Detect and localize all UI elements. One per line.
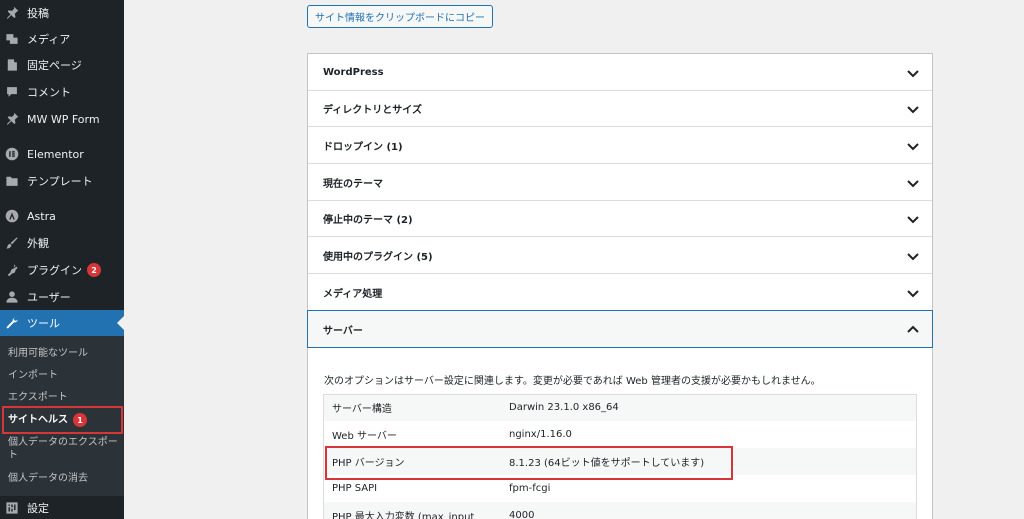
pin-icon bbox=[5, 6, 19, 20]
wrench-icon bbox=[5, 316, 19, 330]
sidebar-item-posts[interactable]: 投稿 bbox=[0, 0, 124, 26]
section-title: 停止中のテーマ (2) bbox=[323, 214, 413, 226]
sidebar-item-plugins[interactable]: プラグイン 2 bbox=[0, 257, 124, 283]
sidebar-item-label: Elementor bbox=[27, 147, 84, 161]
sidebar-item-templates[interactable]: テンプレート bbox=[0, 168, 124, 194]
sidebar-item-label: 固定ページ bbox=[27, 59, 82, 72]
sidebar-item-appearance[interactable]: 外観 bbox=[0, 230, 124, 256]
table-row: Web サーバー nginx/1.16.0 bbox=[323, 421, 917, 448]
sidebar-item-label: 設定 bbox=[27, 502, 49, 515]
chevron-down-icon bbox=[906, 212, 920, 226]
section-title: サーバー bbox=[323, 325, 363, 337]
comment-icon bbox=[5, 85, 19, 99]
sidebar-item-label: MW WP Form bbox=[27, 112, 100, 126]
section-title: ドロップイン (1) bbox=[323, 141, 403, 153]
copy-site-info-button[interactable]: サイト情報をクリップボードにコピー bbox=[307, 5, 493, 28]
sidebar-item-label: Astra bbox=[27, 209, 56, 223]
sidebar-item-label: テンプレート bbox=[27, 175, 93, 188]
section-title: 現在のテーマ bbox=[323, 178, 383, 190]
accordion-section-server[interactable]: サーバー bbox=[307, 310, 933, 348]
sidebar-item-users[interactable]: ユーザー bbox=[0, 284, 124, 310]
submenu-item-export[interactable]: エクスポート bbox=[8, 391, 68, 404]
sidebar-item-label: 投稿 bbox=[27, 7, 49, 20]
sidebar-item-label: プラグイン bbox=[27, 264, 82, 277]
table-row: サーバー構造 Darwin 23.1.0 x86_64 bbox=[323, 394, 917, 421]
user-icon bbox=[5, 290, 19, 304]
sidebar-item-label: メディア bbox=[27, 33, 71, 46]
submenu-item-export-personal-data[interactable]: 個人データのエクスポート bbox=[8, 436, 120, 462]
section-title: ディレクトリとサイズ bbox=[323, 104, 422, 116]
row-key: Web サーバー bbox=[332, 431, 397, 442]
server-section-description: 次のオプションはサーバー設定に関連します。変更が必要であれば Web 管理者の支… bbox=[324, 376, 821, 387]
chevron-down-icon bbox=[906, 249, 920, 263]
sidebar-item-label: ユーザー bbox=[27, 291, 71, 304]
accordion-section-wordpress[interactable]: WordPress bbox=[308, 54, 932, 91]
sidebar-item-mw-wp-form[interactable]: MW WP Form bbox=[0, 106, 124, 132]
chevron-down-icon bbox=[906, 139, 920, 153]
submenu-item-erase-personal-data[interactable]: 個人データの消去 bbox=[8, 472, 88, 485]
admin-sidebar: 投稿 メディア 固定ページ コメント MW WP Form Elementor … bbox=[0, 0, 124, 519]
sidebar-item-comments[interactable]: コメント bbox=[0, 79, 124, 105]
accordion-section-active-plugins[interactable]: 使用中のプラグイン (5) bbox=[308, 237, 932, 274]
sidebar-item-media[interactable]: メディア bbox=[0, 26, 124, 52]
section-title: 使用中のプラグイン (5) bbox=[323, 251, 433, 263]
accordion-section-dropins[interactable]: ドロップイン (1) bbox=[308, 127, 932, 164]
section-title: メディア処理 bbox=[323, 288, 383, 300]
plugin-icon bbox=[5, 263, 19, 277]
astra-icon bbox=[5, 209, 19, 223]
annotation-highlight-box bbox=[2, 406, 123, 434]
row-key: PHP 最大入力変数 (max_input_ bbox=[323, 502, 500, 519]
media-icon bbox=[5, 32, 19, 46]
row-value: Darwin 23.1.0 x86_64 bbox=[500, 394, 917, 421]
sidebar-item-tools[interactable]: ツール bbox=[0, 310, 124, 336]
chevron-down-icon bbox=[906, 66, 920, 80]
update-count-badge: 2 bbox=[87, 263, 101, 277]
sidebar-item-label: 外観 bbox=[27, 237, 49, 250]
elementor-icon bbox=[5, 147, 19, 161]
sidebar-item-label: ツール bbox=[27, 317, 60, 330]
sidebar-item-astra[interactable]: Astra bbox=[0, 203, 124, 229]
annotation-highlight-box bbox=[325, 446, 733, 480]
sidebar-item-settings[interactable]: 設定 bbox=[0, 495, 124, 519]
pin-icon bbox=[5, 112, 19, 126]
table-row: PHP 最大入力変数 (max_input_ 4000 bbox=[323, 502, 917, 519]
accordion-section-inactive-themes[interactable]: 停止中のテーマ (2) bbox=[308, 200, 932, 237]
chevron-down-icon bbox=[906, 286, 920, 300]
accordion-section-media-handling[interactable]: メディア処理 bbox=[308, 274, 932, 311]
current-menu-arrow bbox=[117, 316, 124, 330]
row-value: nginx/1.16.0 bbox=[509, 429, 572, 440]
settings-icon bbox=[5, 501, 19, 515]
submenu-item-import[interactable]: インポート bbox=[8, 369, 58, 382]
brush-icon bbox=[5, 236, 19, 250]
sidebar-item-label: コメント bbox=[27, 86, 71, 99]
section-title: WordPress bbox=[323, 66, 384, 78]
sidebar-item-elementor[interactable]: Elementor bbox=[0, 141, 124, 167]
chevron-down-icon bbox=[906, 102, 920, 116]
accordion-section-active-theme[interactable]: 現在のテーマ bbox=[308, 164, 932, 201]
page-icon bbox=[5, 58, 19, 72]
accordion-section-directories[interactable]: ディレクトリとサイズ bbox=[308, 90, 932, 127]
sidebar-item-pages[interactable]: 固定ページ bbox=[0, 52, 124, 78]
chevron-up-icon bbox=[906, 323, 920, 337]
row-value: 4000 bbox=[500, 502, 917, 519]
row-key: サーバー構造 bbox=[323, 394, 500, 421]
submenu-item-available-tools[interactable]: 利用可能なツール bbox=[8, 347, 88, 360]
folder-icon bbox=[5, 174, 19, 188]
chevron-down-icon bbox=[906, 176, 920, 190]
